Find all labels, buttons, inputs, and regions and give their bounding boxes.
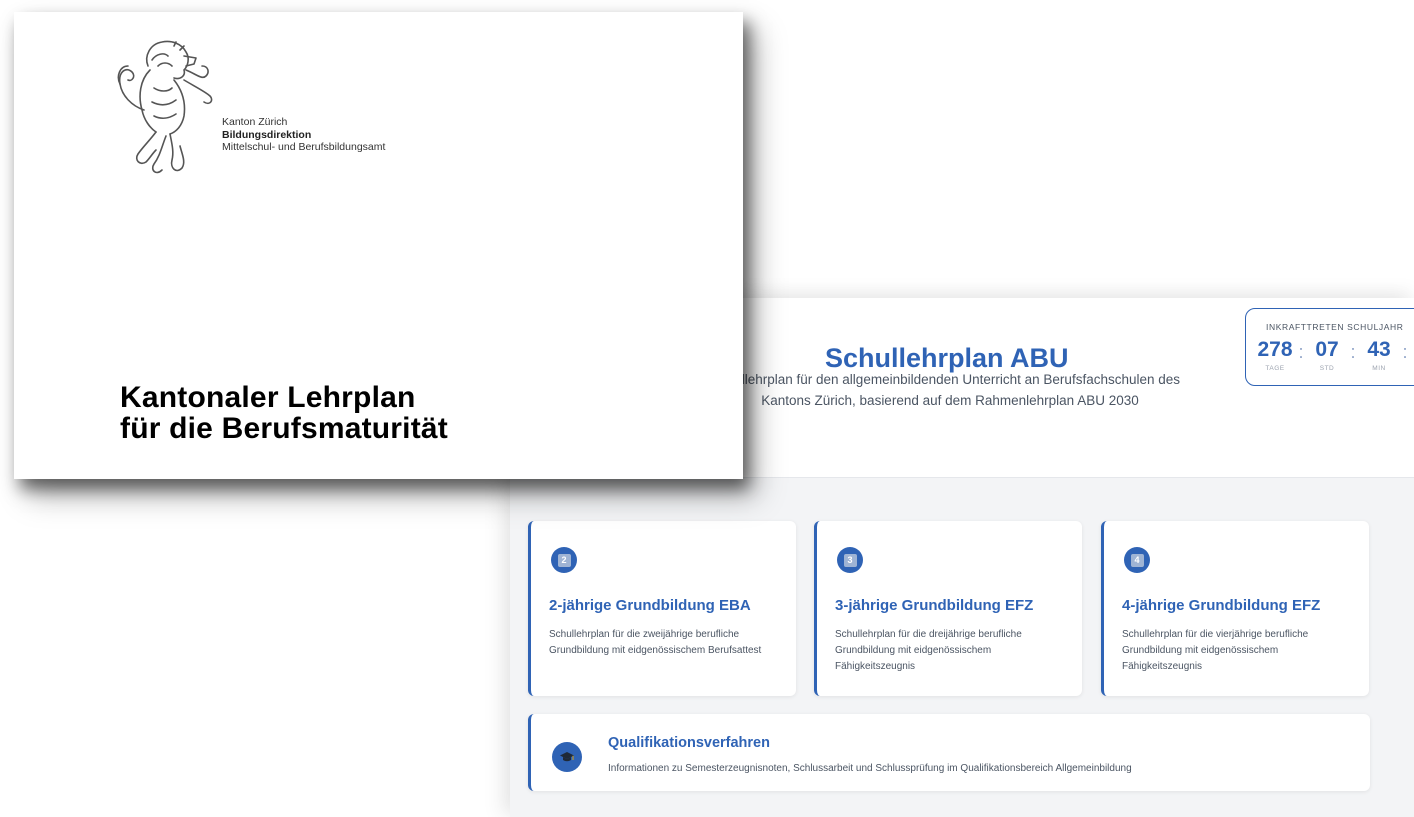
countdown-minutes-label: MIN <box>1372 365 1386 372</box>
countdown-label: INKRAFTTRETEN SCHULJAHR <box>1266 322 1404 332</box>
graduation-cap-icon <box>552 742 582 772</box>
qualification-description: Informationen zu Semesterzeugnisnoten, S… <box>608 763 1132 774</box>
countdown-hours-value: 07 <box>1315 338 1339 361</box>
card-eba[interactable]: 2 2-jährige Grundbildung EBA Schullehrpl… <box>528 521 796 696</box>
card-title[interactable]: 2-jährige Grundbildung EBA <box>549 597 751 614</box>
qualification-title[interactable]: Qualifikationsverfahren <box>608 735 770 751</box>
card-description: Schullehrplan für die zweijährige berufl… <box>549 629 762 656</box>
countdown-hours: 07 STD <box>1306 337 1348 372</box>
zurich-lion-logo <box>117 40 213 174</box>
countdown-days-label: TAGE <box>1265 365 1285 372</box>
card-title[interactable]: 3-jährige Grundbildung EFZ <box>835 597 1033 614</box>
organization-block: Kanton Zürich Bildungsdirektion Mittelsc… <box>222 116 385 154</box>
card-badge: 4 <box>1124 547 1150 573</box>
document-title: Kantonaler Lehrplan für die Berufsmaturi… <box>120 382 448 444</box>
countdown-minutes: 43 MIN <box>1358 337 1400 372</box>
card-badge: 3 <box>837 547 863 573</box>
countdown-days-value: 278 <box>1257 338 1293 361</box>
card-title[interactable]: 4-jährige Grundbildung EFZ <box>1122 597 1320 614</box>
countdown-separator: : <box>1350 342 1356 362</box>
countdown-widget: INKRAFTTRETEN SCHULJAHR 278 TAGE : 07 ST… <box>1245 308 1414 386</box>
number-icon: 2 <box>557 553 571 567</box>
countdown-separator: : <box>1402 342 1408 362</box>
number-icon: 3 <box>843 553 857 567</box>
document-title-line-2: für die Berufsmaturität <box>120 412 448 445</box>
card-description: Schullehrplan für die dreijährige berufl… <box>835 629 1022 672</box>
department-name: Bildungsdirektion <box>222 128 312 141</box>
curriculum-document-cover: Kanton Zürich Bildungsdirektion Mittelsc… <box>14 12 743 479</box>
office-name: Mittelschul- und Berufsbildungsamt <box>222 141 386 153</box>
card-efz-4[interactable]: 4 4-jährige Grundbildung EFZ Schullehrpl… <box>1101 521 1369 696</box>
card-efz-3[interactable]: 3 3-jährige Grundbildung EFZ Schullehrpl… <box>814 521 1082 696</box>
countdown-minutes-value: 43 <box>1367 338 1391 361</box>
document-title-line-1: Kantonaler Lehrplan <box>120 381 416 414</box>
canton-name: Kanton Zürich <box>222 116 288 128</box>
countdown-hours-label: STD <box>1319 365 1335 372</box>
qualification-card[interactable]: Qualifikationsverfahren Informationen zu… <box>528 714 1370 791</box>
number-icon: 4 <box>1130 553 1144 567</box>
card-badge: 2 <box>551 547 577 573</box>
countdown-days: 278 TAGE <box>1254 337 1296 372</box>
countdown-separator: : <box>1298 342 1304 362</box>
countdown-values: 278 TAGE : 07 STD : 43 MIN : <box>1254 337 1410 372</box>
card-description: Schullehrplan für die vierjährige berufl… <box>1122 629 1309 672</box>
